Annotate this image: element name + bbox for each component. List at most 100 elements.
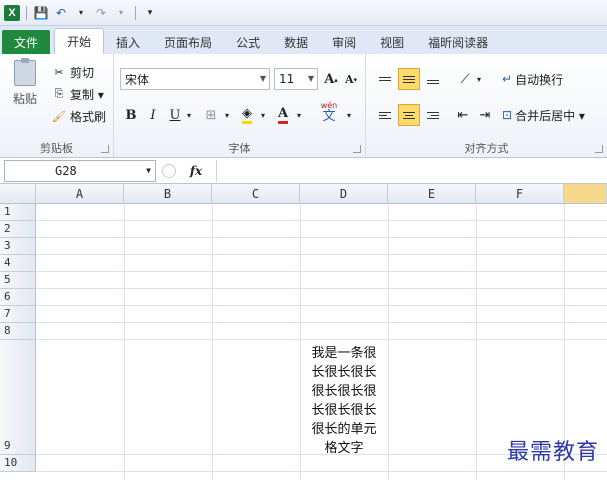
row-header[interactable]: 6 — [0, 289, 36, 306]
font-launcher-icon[interactable] — [353, 145, 361, 153]
alignment-launcher-icon[interactable] — [595, 145, 603, 153]
wrap-text-icon: ↵ — [502, 72, 513, 86]
name-box-value: G28 — [55, 163, 77, 178]
qa-separator — [26, 5, 27, 20]
align-top-button[interactable] — [374, 68, 396, 90]
underline-button[interactable]: U — [166, 104, 184, 126]
copy-button[interactable]: ⎘ 复制 ▾ — [52, 84, 104, 104]
orientation-button[interactable]: ⟋ — [454, 68, 476, 90]
font-group-label: 字体 — [228, 142, 251, 155]
shrink-font-button[interactable]: A ▾ — [342, 68, 360, 90]
clipboard-launcher-icon[interactable] — [101, 145, 109, 153]
copy-label: 复制 ▾ — [70, 87, 104, 102]
phonetic-dropdown-icon[interactable]: ▾ — [344, 104, 354, 126]
column-header-b[interactable]: B — [124, 184, 212, 204]
column-header-f[interactable]: F — [476, 184, 564, 204]
row-header[interactable]: 7 — [0, 306, 36, 323]
font-name-select[interactable]: 宋体 ▼ — [120, 68, 270, 90]
clipboard-group-label: 剪贴板 — [40, 142, 73, 155]
italic-button[interactable]: I — [144, 104, 162, 126]
wrap-text-label: 自动换行 — [515, 72, 564, 87]
gridline — [388, 204, 389, 480]
redo-dropdown-icon[interactable]: ▾ — [113, 5, 129, 21]
formula-input[interactable] — [216, 159, 607, 182]
align-right-button[interactable] — [422, 104, 444, 126]
tab-file[interactable]: 文件 — [2, 30, 51, 54]
paste-icon — [14, 58, 36, 86]
brush-icon: 🖌 — [52, 109, 66, 123]
borders-button[interactable]: ⊞ — [200, 104, 222, 126]
font-color-icon: A — [277, 106, 289, 124]
fill-color-dropdown-icon[interactable]: ▾ — [258, 104, 268, 126]
phonetic-guide-button[interactable]: wén 文 — [314, 100, 344, 123]
insert-function-icon[interactable]: fx — [176, 164, 216, 178]
name-box[interactable]: G28 ▼ — [4, 159, 156, 182]
gridline — [36, 254, 607, 255]
align-bottom-button[interactable] — [422, 68, 444, 90]
row-header[interactable]: 3 — [0, 238, 36, 255]
paste-button[interactable]: 粘贴 — [8, 58, 42, 116]
tab-foxit-reader[interactable]: 福昕阅读器 — [416, 30, 500, 54]
bold-button[interactable]: B — [122, 104, 140, 126]
column-header-g[interactable] — [564, 184, 607, 204]
row-header[interactable]: 10 — [0, 455, 36, 472]
fill-color-button[interactable]: ◈ — [236, 104, 258, 126]
font-group: 宋体 ▼ 11 ▼ A ▴ A ▾ B I U ▾ ⊞ ▾ ◈ ▾ A ▾ wén … — [114, 54, 366, 158]
row-header[interactable]: 5 — [0, 272, 36, 289]
increase-indent-icon: ⇥ — [479, 107, 491, 123]
align-middle-button[interactable] — [398, 68, 420, 90]
row-header[interactable]: 1 — [0, 204, 36, 221]
font-name-value: 宋体 — [125, 72, 150, 87]
merge-center-button[interactable]: ⊡ 合并后居中 ▾ — [502, 104, 606, 126]
chevron-down-icon[interactable]: ▼ — [146, 166, 151, 175]
tab-home[interactable]: 开始 — [54, 28, 105, 54]
row-header[interactable]: 9 — [0, 340, 36, 455]
tab-insert[interactable]: 插入 — [104, 30, 152, 54]
gridline — [212, 204, 213, 480]
row-header[interactable]: 4 — [0, 255, 36, 272]
gridline — [36, 471, 607, 472]
tab-review[interactable]: 审阅 — [320, 30, 368, 54]
save-icon[interactable]: 💾 — [33, 5, 49, 21]
alignment-group-label: 对齐方式 — [464, 142, 509, 155]
align-left-button[interactable] — [374, 104, 396, 126]
underline-dropdown-icon[interactable]: ▾ — [184, 104, 194, 126]
undo-icon[interactable]: ↶ — [53, 5, 69, 21]
customize-quick-access-icon[interactable]: ▾ — [142, 5, 158, 21]
decrease-indent-button[interactable]: ⇤ — [452, 104, 474, 126]
column-header-e[interactable]: E — [388, 184, 476, 204]
grow-font-button[interactable]: A ▴ — [322, 68, 340, 90]
shrink-font-label: A — [344, 72, 354, 86]
column-header-d[interactable]: D — [300, 184, 388, 204]
wrap-text-button[interactable]: ↵ 自动换行 — [502, 68, 602, 90]
increase-indent-button[interactable]: ⇥ — [474, 104, 496, 126]
font-color-dropdown-icon[interactable]: ▾ — [294, 104, 304, 126]
borders-dropdown-icon[interactable]: ▾ — [222, 104, 232, 126]
tab-formulas[interactable]: 公式 — [224, 30, 272, 54]
undo-dropdown-icon[interactable]: ▾ — [73, 5, 89, 21]
cut-button[interactable]: ✂ 剪切 — [52, 62, 94, 82]
gridline — [124, 204, 125, 480]
merge-cells-icon: ⊡ — [502, 108, 513, 122]
tab-page-layout[interactable]: 页面布局 — [152, 30, 224, 54]
gridline — [36, 288, 607, 289]
format-painter-button[interactable]: 🖌 格式刷 — [52, 106, 106, 126]
align-center-button[interactable] — [398, 104, 420, 126]
column-header-a[interactable]: A — [36, 184, 124, 204]
font-size-value: 11 — [279, 72, 295, 86]
font-color-button[interactable]: A — [272, 104, 294, 126]
row-header[interactable]: 2 — [0, 221, 36, 238]
paste-label: 粘贴 — [12, 92, 37, 106]
font-size-select[interactable]: 11 ▼ — [274, 68, 318, 90]
cell-d9[interactable]: 我是一条很长很长很长很长很长很长很长很长很长的单元格文字 — [300, 344, 388, 456]
chevron-down-icon: ▼ — [307, 74, 314, 83]
column-header-c[interactable]: C — [212, 184, 300, 204]
tab-data[interactable]: 数据 — [272, 30, 320, 54]
redo-icon[interactable]: ↷ — [93, 5, 109, 21]
merge-center-label: 合并后居中 ▾ — [515, 108, 585, 123]
grow-font-label: A — [324, 71, 335, 87]
row-header[interactable]: 8 — [0, 323, 36, 340]
orientation-dropdown-icon[interactable]: ▾ — [474, 68, 484, 90]
tab-view[interactable]: 视图 — [368, 30, 416, 54]
select-all-corner[interactable] — [0, 184, 36, 204]
